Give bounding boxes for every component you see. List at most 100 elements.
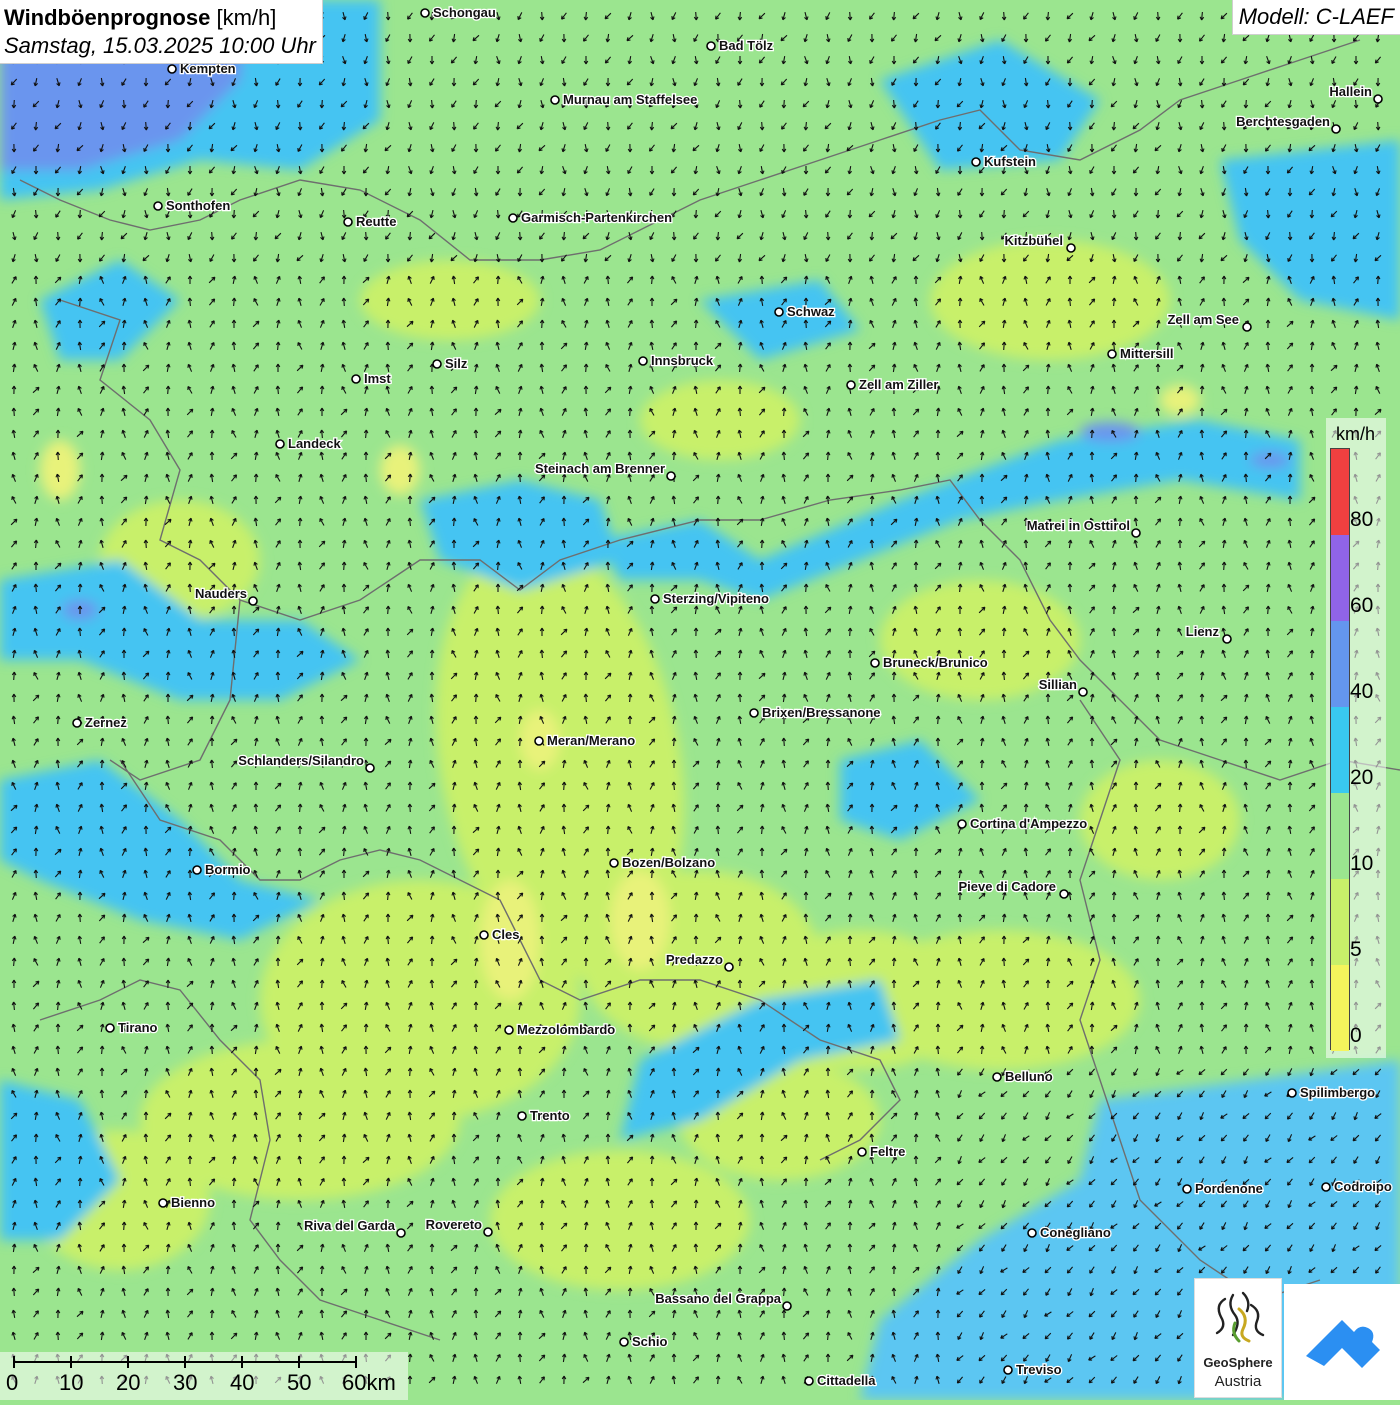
- place-dot: [1182, 1184, 1192, 1194]
- place-dot: [782, 1301, 792, 1311]
- low-gust-area-7: [490, 1150, 750, 1290]
- place-label: Bassano del Grappa: [655, 1291, 781, 1306]
- place-marker[interactable]: Zell am Ziller: [846, 376, 940, 393]
- place-dot: [619, 1337, 629, 1347]
- scalebar-label: 50: [287, 1370, 312, 1395]
- legend-label: 0: [1350, 1024, 1362, 1047]
- place-label: Kufstein: [984, 154, 1036, 169]
- place-dot: [483, 1227, 493, 1237]
- place-marker[interactable]: Brixen/Bressanone: [749, 704, 882, 721]
- place-dot: [1222, 634, 1232, 644]
- place-label: Rovereto: [426, 1217, 482, 1232]
- low-gust-area-14: [1080, 760, 1240, 880]
- legend-label: 80: [1350, 508, 1374, 531]
- place-label: Mittersill: [1120, 346, 1173, 361]
- scalebar-label: 30: [173, 1370, 198, 1395]
- place-dot: [105, 1023, 115, 1033]
- legend-label: 5: [1350, 938, 1362, 961]
- place-label: Cortina d'Ampezzo: [970, 816, 1087, 831]
- legend-label: 10: [1350, 852, 1374, 875]
- place-dot: [517, 1111, 527, 1121]
- place-label: Brixen/Bressanone: [762, 705, 881, 720]
- place-label: Schwaz: [787, 304, 835, 319]
- geosphere-logo-text: GeoSphere: [1203, 1355, 1273, 1370]
- legend-swatch: [1331, 535, 1349, 621]
- place-dot: [957, 819, 967, 829]
- place-dot: [432, 359, 442, 369]
- place-label: Lienz: [1186, 624, 1220, 639]
- place-marker[interactable]: Bruneck/Brunico: [870, 654, 989, 671]
- place-label: Bienno: [171, 1195, 215, 1210]
- map-title-box: Windböenprognose [km/h] Samstag, 15.03.2…: [0, 0, 323, 64]
- wetter-app-logo-icon: [1306, 1320, 1380, 1368]
- legend-label: 60: [1350, 594, 1374, 617]
- calm-area-6: [40, 440, 80, 500]
- place-label: Cittadella: [817, 1373, 876, 1388]
- place-label: Berchtesgaden: [1236, 114, 1330, 129]
- place-dot: [248, 596, 258, 606]
- legend-label: 20: [1350, 766, 1374, 789]
- place-marker[interactable]: Pordenone: [1182, 1180, 1264, 1197]
- legend-unit: km/h: [1336, 424, 1376, 444]
- place-dot: [158, 1198, 168, 1208]
- place-dot: [1373, 94, 1383, 104]
- weather-app-logo[interactable]: [1284, 1284, 1400, 1400]
- model-label: Modell: C-LAEF: [1231, 0, 1400, 35]
- legend-swatch: [1331, 879, 1349, 965]
- place-marker[interactable]: Cortina d'Ampezzo: [957, 815, 1089, 832]
- place-label: Matrei in Osttirol: [1027, 518, 1130, 533]
- place-label: Meran/Merano: [547, 733, 635, 748]
- legend-swatch: [1331, 621, 1349, 707]
- place-marker[interactable]: Spilimbergo: [1287, 1084, 1376, 1101]
- place-label: Belluno: [1005, 1069, 1053, 1084]
- place-dot: [1131, 528, 1141, 538]
- place-label: Feltre: [870, 1144, 905, 1159]
- place-dot: [72, 718, 82, 728]
- place-label: Zell am Ziller: [859, 377, 938, 392]
- place-marker[interactable]: Sonthofen: [153, 197, 232, 214]
- scalebar-label: 60km: [342, 1370, 396, 1395]
- place-label: Reutte: [356, 214, 396, 229]
- legend-swatch: [1331, 793, 1349, 879]
- place-marker[interactable]: Sterzing/Vipiteno: [650, 590, 770, 607]
- place-marker[interactable]: Murnau am Staffelsee: [550, 91, 699, 108]
- place-marker[interactable]: Conegliano: [1027, 1224, 1112, 1241]
- place-label: Silz: [445, 356, 468, 371]
- place-marker[interactable]: Bozen/Bolzano: [609, 854, 717, 871]
- place-label: Innsbruck: [651, 353, 714, 368]
- place-marker[interactable]: Innsbruck: [638, 352, 715, 369]
- place-dot: [167, 64, 177, 74]
- place-dot: [1107, 349, 1117, 359]
- place-label: Riva del Garda: [304, 1218, 396, 1233]
- scalebar-label: 40: [230, 1370, 255, 1395]
- map-title: Windböenprognose: [4, 5, 211, 30]
- place-marker[interactable]: Schongau: [420, 4, 497, 21]
- place-label: Tirano: [118, 1020, 158, 1035]
- place-dot: [343, 217, 353, 227]
- place-marker[interactable]: Mezzolombardo: [504, 1021, 617, 1038]
- place-label: Bozen/Bolzano: [622, 855, 715, 870]
- place-label: Pieve di Cadore: [958, 879, 1056, 894]
- place-dot: [351, 374, 361, 384]
- map-title-unit: [km/h]: [216, 5, 277, 30]
- scalebar-label: 10: [59, 1370, 84, 1395]
- place-label: Imst: [364, 371, 391, 386]
- place-label: Spilimbergo: [1300, 1085, 1375, 1100]
- place-marker[interactable]: Garmisch-Partenkirchen: [508, 209, 673, 226]
- place-dot: [666, 471, 676, 481]
- place-label: Conegliano: [1040, 1225, 1111, 1240]
- place-label: Cles: [492, 927, 519, 942]
- place-label: Landeck: [288, 436, 342, 451]
- place-label: Mezzolombardo: [517, 1022, 615, 1037]
- legend-swatch: [1331, 449, 1349, 535]
- place-dot: [1027, 1228, 1037, 1238]
- place-dot: [724, 962, 734, 972]
- place-label: Predazzo: [666, 952, 723, 967]
- place-marker[interactable]: Meran/Merano: [534, 732, 636, 749]
- legend-label: 40: [1350, 680, 1374, 703]
- place-dot: [971, 157, 981, 167]
- geosphere-logo[interactable]: GeoSphere Austria: [1194, 1278, 1282, 1398]
- place-dot: [857, 1147, 867, 1157]
- wind-gust-map[interactable]: SchongauKemptenBad TölzMurnau am Staffel…: [0, 0, 1400, 1400]
- place-label: Treviso: [1016, 1362, 1062, 1377]
